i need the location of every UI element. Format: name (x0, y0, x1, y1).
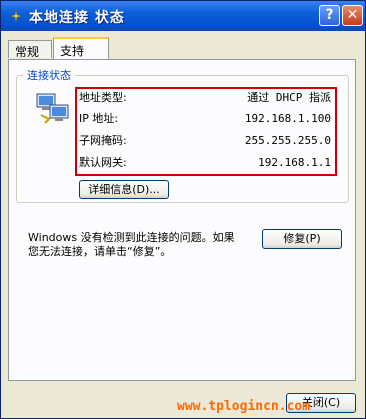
window-title: 本地连接 状态 (29, 10, 125, 26)
default-gateway-label: 默认网关: (79, 156, 127, 169)
subnet-mask-label: 子网掩码: (79, 134, 127, 147)
help-button[interactable]: ? (319, 5, 340, 26)
repair-button[interactable]: 修复(P) (262, 229, 342, 249)
ip-address-label: IP 地址: (79, 112, 119, 125)
details-button[interactable]: 详细信息(D)... (79, 180, 169, 199)
tab-general[interactable]: 常规 (8, 40, 52, 59)
title-bar[interactable]: 本地连接 状态 ? ✕ (1, 1, 365, 31)
group-title: 连接状态 (23, 67, 75, 83)
repair-message: Windows 没有检测到此连接的问题。如果 您无法连接，请单击“修复”。 (28, 231, 235, 258)
ip-address-value: 192.168.1.100 (244, 112, 331, 125)
tab-support[interactable]: 支持 (53, 37, 109, 59)
subnet-mask-row: 子网掩码: 255.255.255.0 (79, 131, 331, 151)
address-type-label: 地址类型: (79, 91, 127, 104)
network-connection-icon (36, 93, 69, 124)
ip-address-row: IP 地址: 192.168.1.100 (79, 109, 331, 129)
default-gateway-row: 默认网关: 192.168.1.1 (79, 153, 331, 173)
address-type-row: 地址类型: 通过 DHCP 指派 (79, 88, 331, 108)
subnet-mask-value: 255.255.255.0 (244, 134, 331, 147)
watermark: www.tplogincn.com (177, 399, 311, 414)
connection-icon (9, 9, 23, 23)
address-type-value: 通过 DHCP 指派 (247, 91, 331, 104)
close-window-button[interactable]: ✕ (342, 5, 363, 26)
network-status-dialog: 本地连接 状态 ? ✕ 常规 支持 连接状态 地址类型: 通过 DHCP 指派 … (0, 0, 366, 419)
default-gateway-value: 192.168.1.1 (258, 156, 331, 169)
